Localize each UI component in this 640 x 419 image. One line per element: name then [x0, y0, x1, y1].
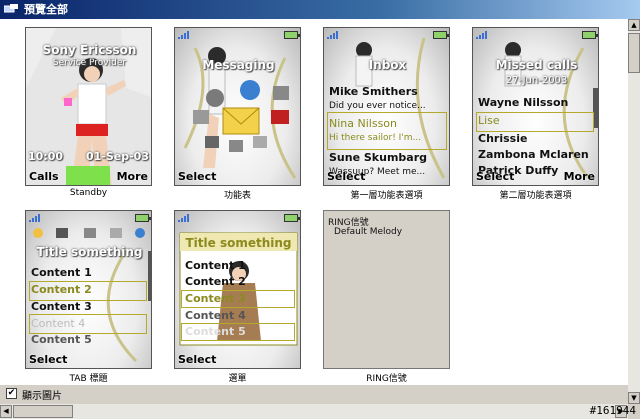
watermark: #161944	[589, 404, 636, 417]
list-item: Sune Skumbarg	[329, 151, 428, 164]
list-item: Content 3	[185, 292, 246, 305]
scroll-thumb[interactable]	[13, 405, 73, 418]
thumbnail-caption: 第二層功能表選項	[499, 191, 572, 201]
show-images-label: 顯示圖片	[22, 391, 62, 402]
list-item: Content 4	[185, 309, 246, 322]
list-item: Content 3	[31, 300, 92, 313]
inbox-title: Inbox	[368, 58, 407, 72]
menu-title: Messaging	[202, 58, 275, 72]
list-item: Content 1	[31, 266, 92, 279]
window-title: 預覽全部	[24, 3, 68, 16]
scroll-down-button[interactable]: ▼	[628, 392, 640, 404]
thumbnail-popup-menu[interactable]: Title something Content 1 Content 2 Cont…	[174, 210, 301, 369]
scroll-up-button[interactable]: ▲	[628, 19, 640, 31]
list-item: Hi there sailor! I'm...	[329, 133, 422, 143]
standby-operator: Sony Ericsson	[42, 43, 137, 57]
window-app-icon	[4, 4, 18, 13]
thumbnail-caption: Standby	[69, 188, 108, 198]
thumbnail-tab[interactable]: Title something Content 1 Content 2 Cont…	[25, 210, 152, 369]
thumbnail-caption: RING信號	[366, 374, 407, 384]
thumbnail-caption: 功能表	[223, 191, 251, 201]
scroll-thumb[interactable]	[628, 33, 640, 73]
standby-provider: Service Provider	[52, 58, 127, 68]
thumbnail-menu[interactable]: Messaging Select	[174, 27, 301, 186]
preview-pane: Sony Ericsson Service Provider 10:00 01-…	[0, 19, 628, 385]
list-item: Zambona Mclaren	[478, 148, 589, 161]
popup-title: Title something	[185, 236, 292, 250]
thumbnail-missed-calls[interactable]: Missed calls 27-Jun-2003 Wayne Nilsson L…	[472, 27, 599, 186]
left-softkey: Select	[476, 170, 515, 183]
left-softkey: Select	[327, 170, 366, 183]
list-item: Content 1	[185, 259, 246, 272]
list-item: Lise	[478, 114, 500, 127]
title-bar: 預覽全部	[0, 0, 640, 19]
thumbnail-caption: 第一層功能表選項	[350, 191, 423, 201]
list-item: Mike Smithers	[329, 85, 418, 98]
thumbnail-caption: TAB 標題	[69, 374, 108, 384]
thumbnail-caption: 選單	[228, 374, 247, 384]
options-bar: ✔ 顯示圖片	[0, 385, 628, 404]
show-images-checkbox[interactable]: ✔	[6, 388, 17, 399]
list-item: Nina Nilsson	[329, 117, 397, 130]
horizontal-scrollbar[interactable]: ◀ ▶	[0, 404, 628, 419]
left-softkey: Select	[178, 353, 217, 366]
tab-title: Title something	[36, 245, 143, 259]
scroll-left-button[interactable]: ◀	[0, 405, 12, 418]
ring-melody: Default Melody	[334, 227, 403, 237]
missed-calls-date: 27-Jun-2003	[505, 75, 568, 86]
thumbnail-ring[interactable]: RING信號 Default Melody	[323, 210, 450, 369]
list-item: Wayne Nilsson	[478, 96, 569, 109]
missed-calls-title: Missed calls	[495, 58, 578, 72]
left-softkey: Calls	[29, 170, 59, 183]
list-item: Content 4	[31, 317, 86, 330]
list-item: Did you ever notice...	[329, 101, 426, 111]
list-item: Content 2	[31, 283, 92, 296]
left-softkey: Select	[29, 353, 68, 366]
list-item: Content 5	[185, 325, 246, 338]
left-softkey: Select	[178, 170, 217, 183]
right-softkey: More	[116, 170, 148, 183]
list-item: Content 2	[185, 275, 246, 288]
messaging-icons	[193, 80, 289, 152]
right-softkey: More	[563, 170, 595, 183]
list-item: Chrissie	[478, 132, 528, 145]
vertical-scrollbar[interactable]: ▲ ▼	[628, 19, 640, 404]
standby-date: 01-Sep-03	[85, 150, 149, 163]
standby-time: 10:00	[28, 150, 64, 163]
thumbnail-standby[interactable]: Sony Ericsson Service Provider 10:00 01-…	[25, 27, 152, 186]
list-item: Content 5	[31, 333, 92, 346]
thumbnail-inbox[interactable]: Inbox Mike Smithers Did you ever notice.…	[323, 27, 450, 186]
